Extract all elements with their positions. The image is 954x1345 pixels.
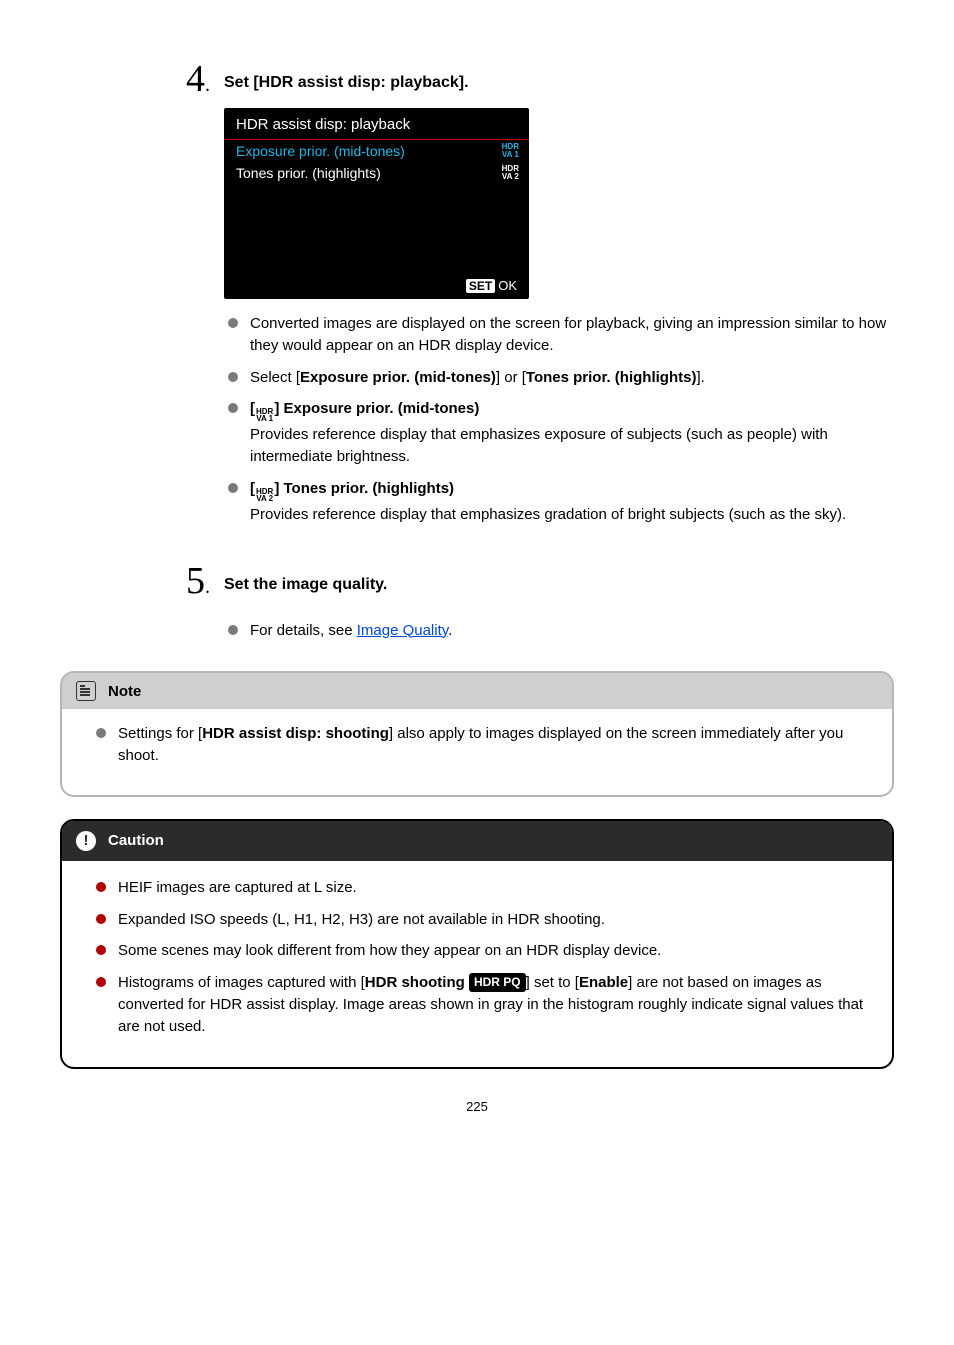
step4-bullet-2: Select [Exposure prior. (mid-tones)] or …: [224, 367, 894, 389]
note-icon: [76, 681, 96, 701]
caution-box: ! Caution HEIF images are captured at L …: [60, 819, 894, 1070]
caution-item-4: Histograms of images captured with [HDR …: [92, 972, 868, 1037]
hdr-pq-icon: HDR PQ: [469, 973, 526, 992]
camera-menu-screenshot: HDR assist disp: playback Exposure prior…: [224, 108, 529, 299]
step-number-5: 5.: [170, 562, 210, 600]
note-heading: Note: [108, 683, 141, 700]
step-4-title: Set [HDR assist disp: playback].: [224, 60, 469, 92]
step-number-4: 4.: [170, 60, 210, 98]
image-quality-link[interactable]: Image Quality: [357, 622, 448, 639]
menu-row-exposure-prior: Exposure prior. (mid-tones) HDRVA 1: [224, 140, 529, 162]
step4-bullet-3: [HDRVA 1] Exposure prior. (mid-tones) Pr…: [224, 398, 894, 468]
note-box: Note Settings for [HDR assist disp: shoo…: [60, 671, 894, 797]
step4-bullet-4: [HDRVA 2] Tones prior. (highlights) Prov…: [224, 478, 894, 526]
caution-item-3: Some scenes may look different from how …: [92, 940, 868, 962]
step5-bullet: For details, see Image Quality.: [224, 620, 894, 642]
caution-item-1: HEIF images are captured at L size.: [92, 877, 868, 899]
note-item: Settings for [HDR assist disp: shooting]…: [92, 723, 872, 767]
caution-item-2: Expanded ISO speeds (L, H1, H2, H3) are …: [92, 909, 868, 931]
menu-ok-indicator: SETOK: [224, 276, 529, 295]
step4-bullet-1: Converted images are displayed on the sc…: [224, 313, 894, 357]
page-number: 225: [60, 1099, 894, 1114]
caution-heading: Caution: [108, 832, 164, 849]
menu-row-tones-prior: Tones prior. (highlights) HDRVA 2: [224, 162, 529, 184]
menu-title: HDR assist disp: playback: [224, 108, 529, 140]
hdr-va2-icon: HDRVA 2: [256, 488, 273, 502]
hdr-va1-icon: HDRVA 1: [256, 408, 273, 422]
caution-icon: !: [76, 831, 96, 851]
step-5-title: Set the image quality.: [224, 562, 387, 594]
